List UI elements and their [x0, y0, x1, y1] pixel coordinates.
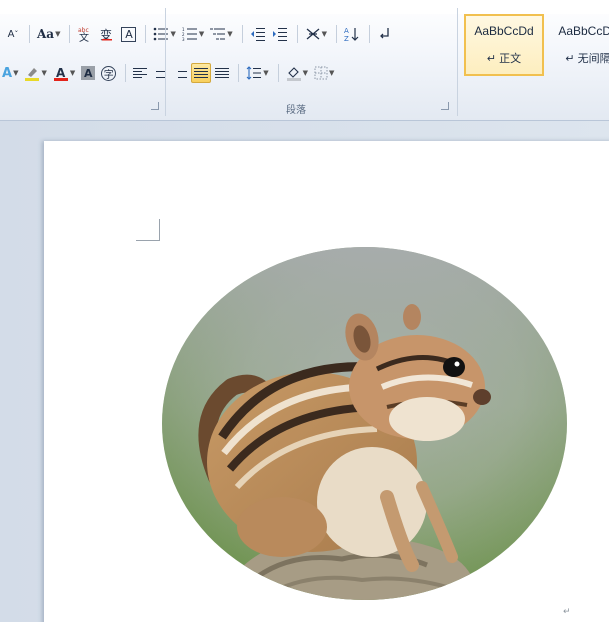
style-name: ↵ 正文: [486, 53, 522, 65]
group-separator: [165, 8, 166, 116]
justify-button[interactable]: [191, 63, 212, 83]
svg-text:文: 文: [79, 31, 89, 42]
document-page[interactable]: ↵: [44, 141, 609, 622]
separator: [241, 25, 243, 43]
separator: [277, 64, 279, 82]
chipmunk-photo[interactable]: [162, 247, 567, 600]
increase-indent-icon: [272, 28, 287, 41]
multilevel-list-icon: [210, 28, 226, 40]
justify-icon: [194, 68, 209, 78]
svg-text:A: A: [56, 66, 66, 80]
separator: [238, 64, 240, 82]
align-right-icon: [173, 68, 188, 78]
align-center-button[interactable]: [151, 63, 169, 83]
increase-indent-button[interactable]: [270, 24, 290, 44]
bullets-icon: [154, 27, 169, 41]
phonetic-guide-icon: abc文: [78, 27, 89, 42]
numbering-button[interactable]: 1 2 3 ▼: [180, 24, 206, 44]
numbering-icon: 123: [182, 27, 197, 41]
group-separator: [457, 8, 458, 116]
clear-format-icon: 变: [100, 27, 112, 42]
shading-button[interactable]: ▼: [284, 63, 310, 83]
show-marks-button[interactable]: [375, 24, 393, 44]
distribute-icon: [215, 68, 230, 78]
text-effects-icon: A: [2, 65, 13, 81]
clear-format-button[interactable]: 变: [97, 24, 117, 44]
style-no-spacing-tile[interactable]: AaBbCcDd ↵ 无间隔: [548, 14, 609, 76]
svg-text:Z: Z: [344, 35, 349, 42]
chipmunk-image: [162, 247, 567, 600]
borders-button[interactable]: ▼: [312, 63, 336, 83]
separator: [336, 25, 338, 43]
separator: [69, 25, 71, 43]
separator: [29, 25, 30, 43]
decrease-indent-button[interactable]: [248, 24, 268, 44]
font-dialog-launcher[interactable]: [151, 102, 159, 110]
phonetic-guide-button[interactable]: abc 文: [75, 24, 95, 44]
text-effects-button[interactable]: A ▼: [0, 63, 20, 83]
highlight-button[interactable]: ▼: [22, 63, 48, 83]
style-sample-text: AaBbCcDd: [558, 24, 609, 38]
chinese-layout-button[interactable]: ▼: [303, 24, 329, 44]
decrease-indent-icon: [250, 28, 265, 41]
separator: [145, 25, 147, 43]
margin-corner-mark: [136, 219, 160, 241]
highlighter-icon: [25, 68, 40, 81]
separator: [369, 25, 371, 43]
ribbon-tab-strip: [0, 0, 609, 14]
enclose-char-icon: 字: [101, 65, 117, 81]
change-case-icon: Aa: [37, 27, 55, 41]
svg-text:3: 3: [182, 37, 185, 41]
paint-bucket-icon: [286, 67, 301, 81]
align-right-button[interactable]: [171, 63, 189, 83]
borders-icon: [314, 66, 328, 80]
align-left-button[interactable]: [131, 63, 149, 83]
separator: [125, 64, 127, 82]
sort-icon: AZ: [344, 27, 359, 42]
document-area: ↵: [0, 121, 609, 622]
paragraph-mark: ↵: [563, 607, 571, 617]
paragraph-dialog-launcher[interactable]: [441, 102, 449, 110]
line-spacing-button[interactable]: ▼: [244, 63, 270, 83]
style-sample-text: AaBbCcDd: [474, 24, 534, 38]
font-color-icon: A: [53, 66, 68, 81]
chinese-layout-icon: [306, 28, 320, 40]
style-name: ↵ 无间隔: [565, 53, 609, 65]
distribute-button[interactable]: [213, 63, 231, 83]
sort-button[interactable]: AZ: [342, 24, 362, 44]
ribbon-row-2: A ▼ ▼ A ▼ A 字 ▼ ▼ ▼: [0, 62, 338, 84]
paragraph-mark-icon: [380, 28, 389, 39]
char-border-button[interactable]: A: [119, 24, 138, 44]
line-spacing-icon: [246, 66, 262, 80]
align-left-icon: [133, 68, 148, 78]
svg-text:A: A: [344, 27, 349, 35]
shrink-font-icon: A: [7, 28, 15, 40]
enclose-char-button[interactable]: 字: [99, 63, 118, 83]
style-normal-tile[interactable]: AaBbCcDd ↵ 正文: [464, 14, 544, 76]
shrink-font-button[interactable]: Aˇ: [4, 24, 22, 44]
ribbon: Aˇ Aa ▼ abc 文 变 A ▼ 1 2 3 ▼ ▼ ▼ A Z A ▼ …: [0, 0, 609, 121]
font-color-button[interactable]: A ▼: [51, 63, 77, 83]
char-shading-button[interactable]: A: [79, 63, 97, 83]
multilevel-list-button[interactable]: ▼: [208, 24, 234, 44]
char-shading-icon: A: [81, 66, 96, 80]
paragraph-group-label: 段落: [286, 105, 306, 116]
separator: [296, 25, 298, 43]
char-border-icon: A: [121, 26, 137, 42]
ribbon-row-1: Aˇ Aa ▼ abc 文 变 A ▼ 1 2 3 ▼ ▼ ▼ A Z: [4, 23, 395, 45]
change-case-button[interactable]: Aa ▼: [35, 24, 62, 44]
